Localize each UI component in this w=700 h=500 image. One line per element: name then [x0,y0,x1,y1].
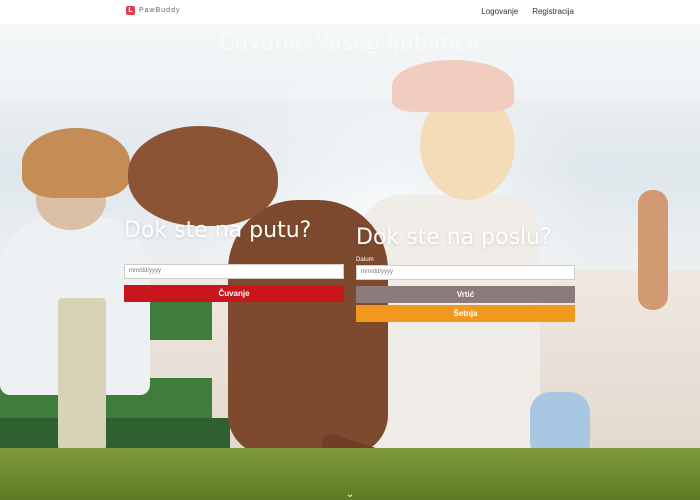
right-date-label: Datum [356,257,374,263]
hero-headline: Čuvanje Vašeg ljubimca [219,30,481,54]
woman-cap [392,60,514,112]
bench-post [58,298,106,450]
nav-link-login[interactable]: Logovanje [481,7,518,16]
right-form-title: Dok ste na poslu? [356,225,552,250]
brand-name: PawBuddy [139,7,181,14]
swimmer [638,190,668,310]
dog-head [128,126,278,226]
right-date-input[interactable]: mm/dd/yyyy [356,265,575,280]
nav-link-register[interactable]: Registracija [532,7,574,16]
brand-logo-icon: L [126,6,135,15]
left-form-title: Dok ste na putu? [124,218,312,243]
cuvanje-button[interactable]: Čuvanje [124,285,344,302]
setnja-button[interactable]: Šetnja [356,305,575,322]
hero-background-photo [0,0,700,500]
navbar: L PawBuddy Logovanje Registracija [0,0,700,24]
nav-links: Logovanje Registracija [481,7,574,16]
straw-hat [22,128,130,198]
brand[interactable]: L PawBuddy [126,6,180,15]
left-date-input[interactable]: mm/dd/yyyy [124,264,344,279]
chevron-down-icon[interactable]: ⌄ [345,490,355,500]
bench-seat [0,418,230,450]
vrtic-button[interactable]: Vrtić [356,286,575,303]
